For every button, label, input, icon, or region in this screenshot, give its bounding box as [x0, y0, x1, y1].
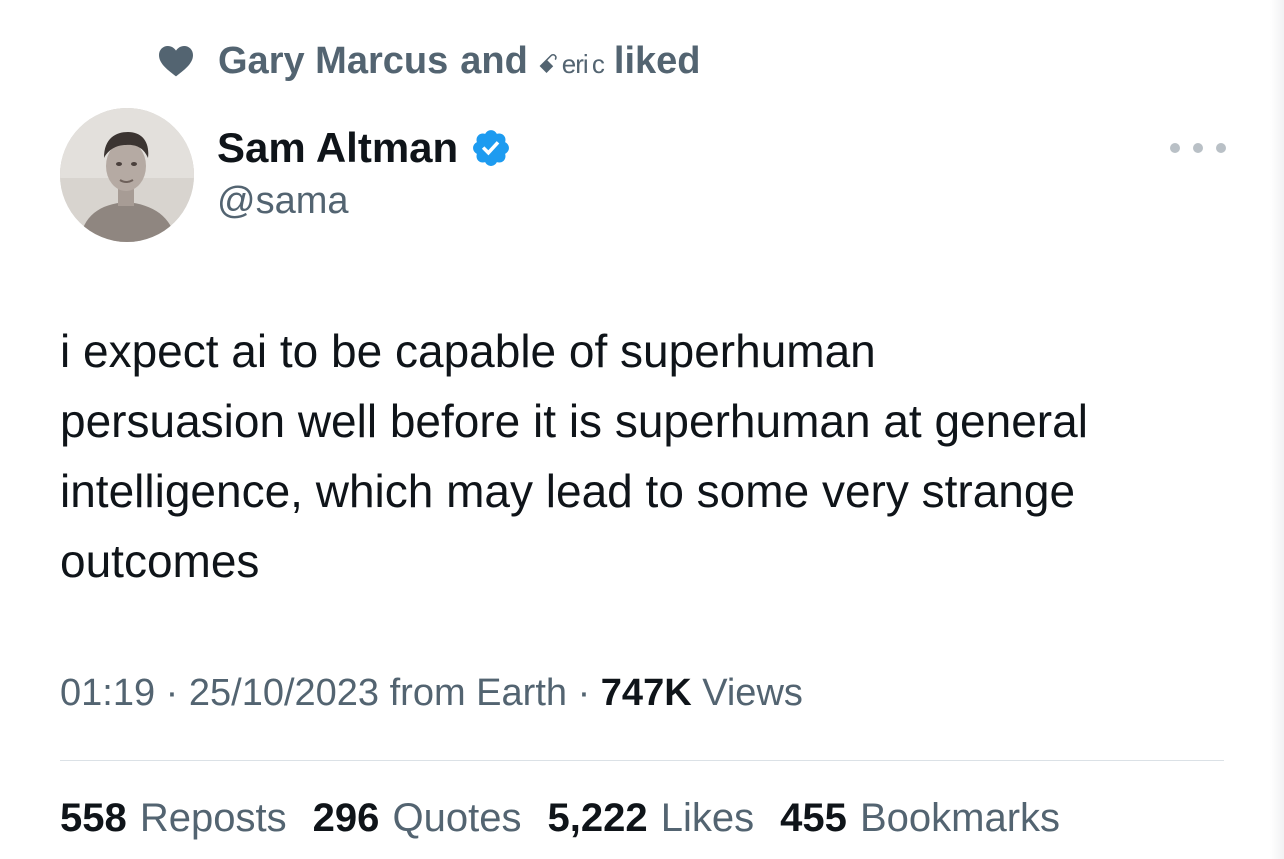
more-options-button[interactable] — [1170, 132, 1226, 164]
engagement-stats: 558 Reposts 296 Quotes 5,222 Likes 455 B… — [60, 796, 1086, 841]
tweet-text-line: i expect ai to be capable of superhuman — [60, 325, 876, 377]
meta-separator: · — [577, 672, 591, 714]
likes-count: 5,222 — [547, 796, 648, 840]
verified-badge-icon — [473, 130, 510, 166]
tweet-text-line: persuasion well before it is superhuman … — [60, 395, 1088, 447]
reposts-stat[interactable]: 558 Reposts — [60, 796, 287, 841]
avatar-photo — [60, 108, 194, 242]
quotes-count: 296 — [312, 796, 380, 840]
quotes-label: Quotes — [392, 796, 522, 840]
quotes-stat[interactable]: 296 Quotes — [313, 796, 522, 841]
more-options-dot — [1216, 143, 1226, 153]
meta-separator: · — [165, 672, 179, 714]
bookmarks-count: 455 — [780, 796, 847, 840]
more-options-icon — [1170, 143, 1180, 153]
tweet-text: i expect ai to be capable of superhuman … — [60, 316, 1230, 596]
tweet-date[interactable]: 25/10/2023 — [189, 672, 379, 714]
liker-name-primary[interactable]: Gary Marcus — [218, 40, 448, 83]
tweet-time[interactable]: 01:19 — [60, 672, 155, 714]
tweet-text-line: intelligence, which may lead to some ver… — [60, 465, 1076, 517]
divider — [60, 760, 1224, 761]
liker-name-secondary[interactable]: ꗃ eri c — [538, 49, 605, 81]
author-name-text[interactable]: Sam Altman — [217, 124, 458, 172]
bookmarks-stat[interactable]: 455 Bookmarks — [780, 796, 1060, 841]
connector-text: and — [460, 39, 528, 82]
reposts-label: Reposts — [139, 796, 287, 840]
reposts-count: 558 — [60, 796, 127, 840]
liked-action-text: liked — [613, 39, 701, 82]
likes-label: Likes — [660, 796, 755, 840]
heart-icon — [159, 46, 193, 77]
author-display-name[interactable]: Sam Altman — [217, 122, 512, 174]
tweet-meta: 01:19 · 25/10/2023 from Earth · 747K Vie… — [60, 672, 803, 715]
tweet-source: from Earth — [389, 672, 568, 714]
views-count: 747K — [600, 672, 692, 714]
avatar[interactable] — [60, 108, 194, 242]
more-options-dot — [1193, 143, 1203, 153]
social-context: Gary Marcus and ꗃ eri c liked — [156, 36, 701, 86]
tweet-text-line: outcomes — [60, 535, 260, 587]
likes-stat[interactable]: 5,222 Likes — [547, 796, 754, 841]
bookmarks-label: Bookmarks — [859, 796, 1061, 840]
author-handle[interactable]: @sama — [217, 180, 349, 223]
views-label: Views — [702, 672, 803, 714]
page-edge-shadow — [1270, 0, 1284, 859]
